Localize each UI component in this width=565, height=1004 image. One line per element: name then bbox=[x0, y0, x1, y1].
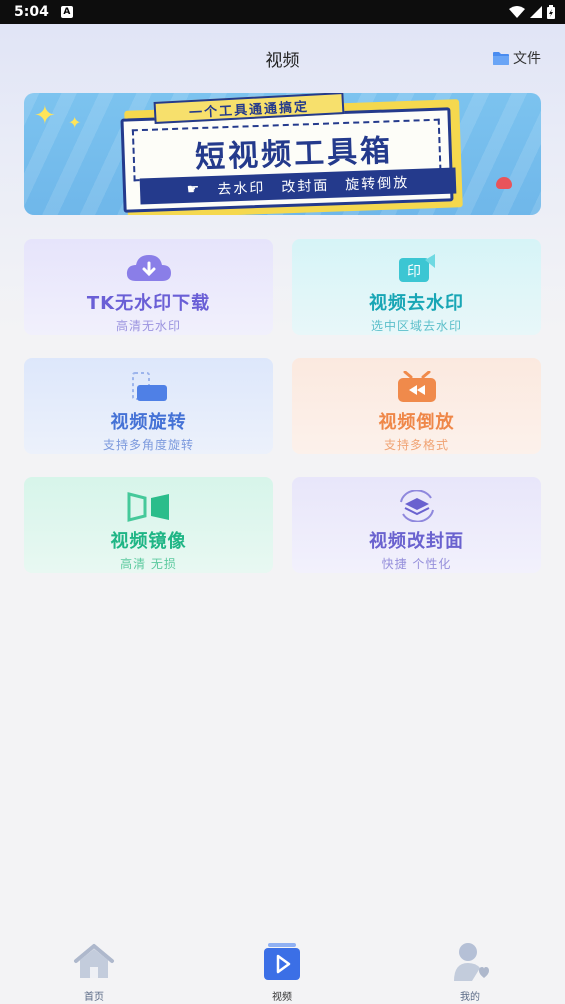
tool-remove-watermark[interactable]: 印 视频去水印 选中区域去水印 bbox=[292, 239, 541, 335]
tool-tk-download[interactable]: TK无水印下载 高清无水印 bbox=[24, 239, 273, 335]
tv-rewind-icon bbox=[392, 370, 442, 404]
banner-feature: 去水印 bbox=[217, 180, 266, 198]
status-bar: 5:04 A bbox=[0, 0, 565, 24]
star-icon: ✦ bbox=[68, 113, 82, 132]
page-title: 视频 bbox=[265, 51, 300, 71]
wifi-icon bbox=[509, 6, 525, 18]
user-heart-icon bbox=[448, 940, 492, 984]
files-button[interactable]: 文件 bbox=[492, 48, 541, 68]
header: 视频 文件 bbox=[0, 24, 565, 92]
tool-title: 视频旋转 bbox=[110, 412, 187, 433]
tab-home[interactable]: 首页 bbox=[54, 940, 134, 1003]
tool-title: 视频倒放 bbox=[378, 412, 455, 433]
tool-subtitle: 高清 无损 bbox=[120, 557, 177, 571]
home-icon bbox=[72, 940, 116, 984]
tool-title: TK无水印下载 bbox=[86, 293, 211, 314]
files-label: 文件 bbox=[513, 51, 541, 67]
tool-reverse[interactable]: 视频倒放 支持多格式 bbox=[292, 358, 541, 454]
tool-title: 视频改封面 bbox=[369, 531, 464, 552]
layers-refresh-icon bbox=[392, 489, 442, 523]
mirror-icon bbox=[124, 489, 174, 523]
tab-video[interactable]: 视频 bbox=[242, 940, 322, 1003]
tool-rotate[interactable]: 视频旋转 支持多角度旋转 bbox=[24, 358, 273, 454]
promo-banner[interactable]: ✦ ✦ 一个工具通通搞定 短视频工具箱 ☛ 去水印 改封面 旋转倒放 bbox=[24, 93, 541, 215]
tool-mirror[interactable]: 视频镜像 高清 无损 bbox=[24, 477, 273, 573]
banner-feature: 旋转倒放 bbox=[345, 175, 410, 194]
tool-subtitle: 高清无水印 bbox=[115, 319, 181, 333]
tab-label: 首页 bbox=[84, 992, 104, 1003]
bottom-tab-bar: 首页 视频 我的 bbox=[0, 930, 565, 1004]
status-time: 5:04 bbox=[14, 4, 49, 20]
tool-subtitle: 选中区域去水印 bbox=[370, 319, 462, 333]
tool-subtitle: 支持多角度旋转 bbox=[102, 438, 194, 452]
tool-change-cover[interactable]: 视频改封面 快捷 个性化 bbox=[292, 477, 541, 573]
banner-feature: 改封面 bbox=[281, 177, 330, 196]
heart-icon bbox=[496, 177, 512, 189]
battery-icon bbox=[547, 5, 555, 19]
tab-me[interactable]: 我的 bbox=[430, 940, 510, 1003]
notification-a-icon: A bbox=[60, 6, 73, 18]
folder-icon bbox=[493, 51, 509, 65]
hand-pointer-icon: ☛ bbox=[186, 181, 202, 198]
tab-label: 我的 bbox=[460, 992, 480, 1003]
tab-label: 视频 bbox=[272, 992, 292, 1003]
tool-title: 视频镜像 bbox=[110, 531, 187, 552]
cloud-download-icon bbox=[124, 251, 174, 285]
tool-subtitle: 支持多格式 bbox=[383, 438, 449, 452]
star-icon: ✦ bbox=[34, 101, 56, 131]
watermark-icon: 印 bbox=[392, 251, 442, 285]
tool-subtitle: 快捷 个性化 bbox=[381, 557, 452, 571]
svg-text:印: 印 bbox=[407, 264, 421, 280]
video-play-icon bbox=[260, 940, 304, 984]
rotate-icon bbox=[124, 370, 174, 404]
tool-title: 视频去水印 bbox=[369, 293, 464, 314]
signal-icon bbox=[530, 6, 542, 18]
